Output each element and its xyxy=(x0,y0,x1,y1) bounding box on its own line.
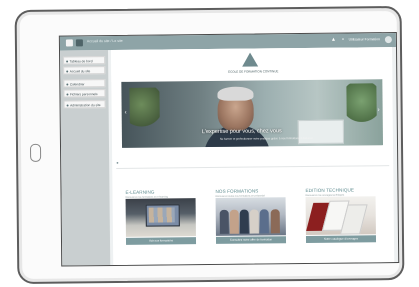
avatar[interactable] xyxy=(384,36,392,44)
sidebar: Tableau de bord Accueil du site Calendri… xyxy=(60,50,111,266)
edition-image[interactable] xyxy=(305,196,376,235)
file-icon xyxy=(66,93,69,96)
gear-icon xyxy=(66,104,69,107)
sidebar-item-calendar[interactable]: Calendrier xyxy=(63,79,106,88)
formations-button[interactable]: Consultez notre offre de formation xyxy=(215,236,287,244)
sidebar-item-label: Calendrier xyxy=(69,82,85,87)
banner-plant-right xyxy=(346,83,377,128)
calendar-icon xyxy=(66,83,69,86)
person-figure xyxy=(229,209,239,234)
elearning-button[interactable]: Voir nos formations xyxy=(125,237,197,245)
sidebar-item-label: Accueil du site xyxy=(69,69,91,74)
sidebar-item-private-files[interactable]: Fichiers personnels xyxy=(63,89,106,98)
user-name[interactable]: Utilisateur Formation xyxy=(349,37,380,41)
dashboard-icon xyxy=(66,60,69,63)
person-figure xyxy=(249,209,259,234)
sidebar-item-label: Fichiers personnels xyxy=(69,92,98,97)
home-button-icon xyxy=(29,143,42,162)
edition-button[interactable]: Notre catalogue d'ouvrages xyxy=(305,235,377,243)
formations-image[interactable] xyxy=(215,197,286,236)
home-icon[interactable] xyxy=(65,39,73,47)
message-icon[interactable]: ▪ xyxy=(342,37,344,43)
home-icon xyxy=(66,70,69,73)
section-title: NOS FORMATIONS xyxy=(215,188,259,194)
sidebar-item-site-admin[interactable]: Administration du site xyxy=(63,100,106,109)
sidebar-item-label: Administration du site xyxy=(70,103,101,108)
bell-icon[interactable]: ▲ xyxy=(331,37,336,43)
banner-person-hair xyxy=(217,86,254,101)
section-title: EDITION TECHNIQUE xyxy=(305,187,355,193)
menu-toggle-icon[interactable] xyxy=(75,39,83,47)
sidebar-item-site-home[interactable]: Accueil du site xyxy=(63,66,106,75)
monitor-image xyxy=(145,204,180,227)
person-figure xyxy=(259,209,269,234)
person-figure xyxy=(239,209,249,234)
section-formations: NOS FORMATIONS Découvrez toutes nos form… xyxy=(215,188,287,247)
sidebar-item-label: Tableau de bord xyxy=(69,59,93,64)
screen: Accueil du site / Le site ▲ ▪ Utilisateu… xyxy=(58,32,400,267)
person-figure xyxy=(270,209,280,234)
breadcrumb[interactable]: Accueil du site / Le site xyxy=(87,39,123,43)
logo-text: ECOLE DE FORMATION CONTINUE xyxy=(228,69,279,74)
person-figure xyxy=(219,209,229,234)
section-title: E-LEARNING xyxy=(125,189,155,195)
banner-laptop xyxy=(297,119,344,145)
section-elearning: E-LEARNING Découvrez nos formations en e… xyxy=(125,189,197,248)
banner-caption: L'expertise pour vous, chez vous xyxy=(201,128,282,136)
logo-icon[interactable] xyxy=(242,52,259,67)
tablet-frame: Accueil du site / Le site ▲ ▪ Utilisateu… xyxy=(14,5,405,285)
logo-area: ECOLE DE FORMATION CONTINUE xyxy=(111,47,393,83)
chevron-right-icon[interactable]: › xyxy=(378,107,380,113)
main-content: ECOLE DE FORMATION CONTINUE L'expertise … xyxy=(111,47,395,266)
elearning-image[interactable] xyxy=(125,198,196,237)
section-edition: EDITION TECHNIQUE Découvrez nos ouvrages… xyxy=(305,187,377,246)
sidebar-item-dashboard[interactable]: Tableau de bord xyxy=(63,56,106,65)
divider xyxy=(116,165,390,169)
banner-plant xyxy=(129,87,160,130)
section-marker-icon: ● xyxy=(116,159,119,165)
hero-banner: L'expertise pour vous, chez vous Se form… xyxy=(121,79,384,148)
chevron-left-icon[interactable]: ‹ xyxy=(125,110,127,116)
